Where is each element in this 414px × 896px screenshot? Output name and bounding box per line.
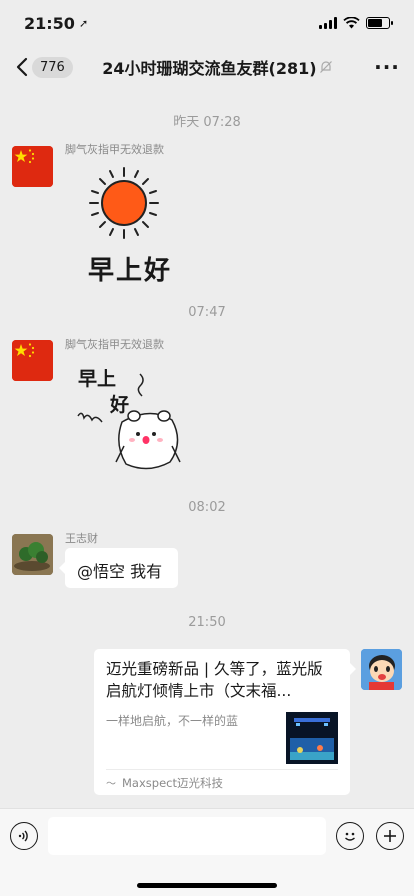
sticker-caption: 早上好 [88, 256, 173, 286]
timestamp: 07:47 [188, 305, 226, 320]
good-morning-sun-sticker[interactable]: 早上好 [82, 164, 182, 286]
cellular-signal-icon [319, 17, 337, 29]
sender-name: 脚气灰指甲无效退款 [65, 338, 164, 351]
battery-icon [366, 17, 393, 29]
chat-title: 24小时珊瑚交流鱼友群(281) [102, 59, 317, 78]
message-bubble[interactable]: @悟空 我有 [59, 548, 178, 588]
crayon-shin-chan-avatar-icon [361, 649, 402, 690]
article-link-card[interactable]: 迈光重磅新品 | 久等了，蓝光版启航灯倾情上市（文末福... 一样地启航，不一样… [94, 649, 356, 795]
article-source-name: Maxspect迈光科技 [122, 775, 223, 790]
article-source: 〜 Maxspect迈光科技 [106, 769, 338, 795]
timestamp: 昨天 07:28 [173, 115, 241, 130]
status-icons [319, 17, 393, 29]
bell-off-icon [319, 61, 332, 73]
location-arrow-icon: ➚ [78, 16, 89, 30]
avatar[interactable] [361, 649, 402, 690]
home-indicator[interactable] [137, 883, 277, 888]
timestamp: 08:02 [188, 500, 226, 515]
bear-good-morning-sticker[interactable]: 早上 好 [72, 360, 187, 478]
chat-title-container: 24小时珊瑚交流鱼友群(281) [63, 55, 372, 79]
aquarium-thumbnail-icon [286, 712, 338, 764]
chat-header: 776 24小时珊瑚交流鱼友群(281) ··· [0, 46, 414, 88]
timestamp: 21:50 [188, 615, 226, 630]
source-logo-icon: 〜 [106, 779, 116, 790]
chat-input-bar [0, 808, 414, 896]
article-thumbnail [286, 712, 338, 764]
clock: 21:50 [24, 13, 75, 33]
wifi-icon [343, 17, 360, 29]
bear-icon [77, 373, 181, 470]
china-flag-icon [12, 146, 53, 187]
avatar[interactable] [12, 340, 53, 381]
message-input[interactable] [48, 817, 326, 855]
status-bar: 21:50 ➚ [0, 0, 414, 46]
status-time: 21:50 ➚ [24, 14, 88, 33]
plus-icon[interactable] [376, 822, 404, 850]
article-body: 一样地启航，不一样的蓝 [106, 712, 338, 764]
sun-icon [89, 167, 159, 239]
article-title: 迈光重磅新品 | 久等了，蓝光版启航灯倾情上市（文末福... [106, 660, 323, 700]
sender-name: 脚气灰指甲无效退款 [65, 143, 164, 156]
avatar[interactable] [12, 534, 53, 575]
sender-name: 王志财 [65, 532, 98, 545]
chevron-left-icon[interactable] [12, 53, 32, 81]
voice-icon[interactable] [10, 822, 38, 850]
plant-avatar-icon [12, 534, 53, 575]
china-flag-icon [12, 340, 53, 381]
avatar[interactable] [12, 146, 53, 187]
article-desc: 一样地启航，不一样的蓝 [106, 714, 239, 728]
emoji-icon[interactable] [336, 822, 364, 850]
more-icon[interactable]: ··· [372, 55, 402, 79]
